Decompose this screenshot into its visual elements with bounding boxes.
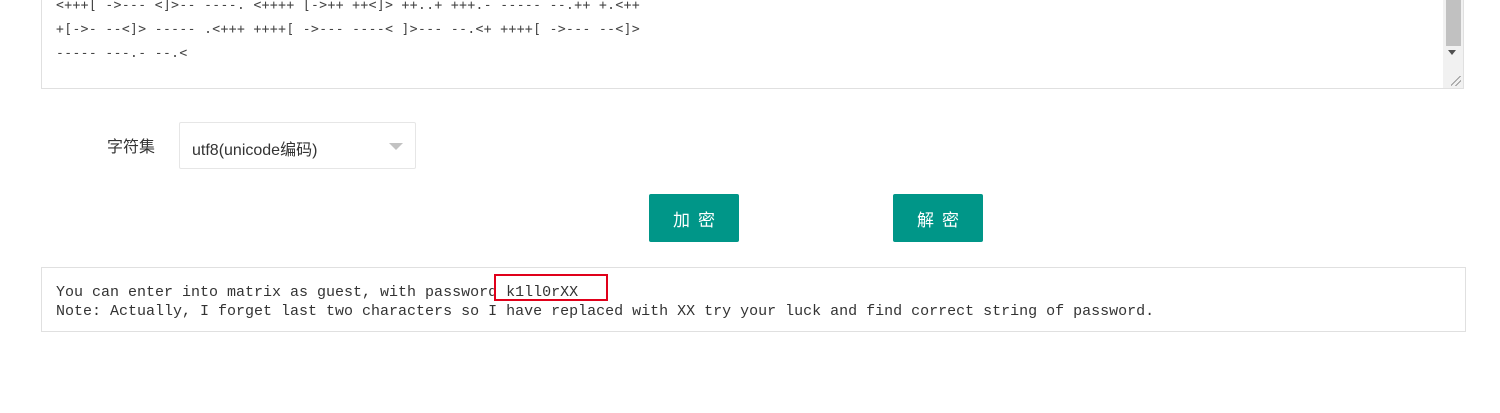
source-textarea[interactable]: <+++[ ->--- <]>-- ----. <++++ [->++ ++<]… [41,0,1464,89]
charset-select[interactable]: utf8(unicode编码) [179,122,416,169]
charset-selected-value: utf8(unicode编码) [192,142,318,159]
source-line: ----- ---.- --.< [56,46,188,61]
source-line: <+++[ ->--- <]>-- ----. <++++ [->++ ++<]… [56,0,641,13]
encrypt-button[interactable]: 加密 [649,194,739,242]
chevron-down-icon [389,143,403,150]
output-textarea[interactable]: You can enter into matrix as guest, with… [41,267,1466,332]
scrollbar-thumb[interactable] [1446,0,1461,46]
source-text: <+++[ ->--- <]>-- ----. <++++ [->++ ++<]… [56,0,640,66]
output-line-2: Note: Actually, I forget last two charac… [56,303,1155,320]
resize-grip-icon[interactable] [1451,76,1461,86]
decrypt-button[interactable]: 解密 [893,194,983,242]
source-line: +[->- --<]> ----- .<+++ ++++[ ->--- ----… [56,22,641,37]
output-text: You can enter into matrix as guest, with… [56,283,1154,321]
output-line-1: You can enter into matrix as guest, with… [56,284,579,301]
scroll-down-arrow-icon[interactable] [1448,50,1456,55]
charset-label: 字符集 [107,137,156,156]
page: <+++[ ->--- <]>-- ----. <++++ [->++ ++<]… [0,0,1500,413]
source-scrollbar[interactable] [1443,0,1463,88]
